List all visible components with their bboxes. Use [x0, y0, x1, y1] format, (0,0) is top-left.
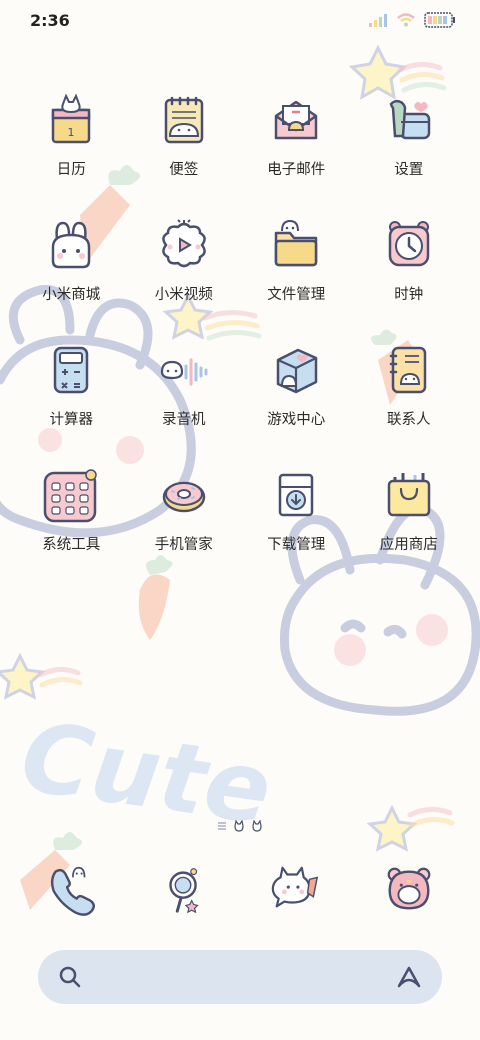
app-label: 电子邮件 [267, 162, 326, 178]
calendar-icon: 1 [52, 93, 91, 144]
app-mi-store[interactable]: 小米商城 [15, 217, 128, 342]
mail-icon [275, 100, 318, 140]
signal-icon [369, 14, 387, 27]
game-cube-icon [277, 348, 318, 394]
app-settings[interactable]: 设置 [353, 92, 466, 217]
app-mi-video[interactable]: 小米视频 [128, 217, 241, 342]
app-label: 联系人 [387, 412, 431, 428]
app-label: 游戏中心 [267, 412, 326, 428]
status-icons [368, 12, 456, 28]
app-system-tools[interactable]: 系统工具 [15, 467, 128, 592]
calculator-icon [54, 346, 89, 394]
search-bar[interactable] [38, 950, 442, 1004]
clock-icon [388, 221, 429, 267]
app-label: 计算器 [49, 412, 94, 428]
app-label: 下载管理 [267, 537, 326, 553]
app-game-center[interactable]: 游戏中心 [240, 342, 353, 467]
app-email[interactable]: 电子邮件 [240, 92, 353, 217]
donut-icon [162, 481, 205, 513]
app-label: 手机管家 [154, 537, 213, 553]
phone-icon [51, 866, 96, 916]
page-dot-bunny-icon [252, 820, 262, 832]
dock-browser[interactable] [128, 862, 241, 916]
app-calendar[interactable]: 1 日历 [15, 92, 128, 217]
app-recorder[interactable]: 录音机 [128, 342, 241, 467]
dock [15, 862, 465, 916]
app-label: 日历 [56, 162, 86, 178]
tools-folder-icon [44, 469, 97, 523]
app-label: 文件管理 [267, 287, 326, 303]
app-security[interactable]: 手机管家 [128, 467, 241, 592]
app-label: 系统工具 [42, 537, 101, 553]
status-time: 2:36 [30, 11, 70, 30]
dock-phone[interactable] [15, 862, 128, 916]
page-menu-icon [218, 822, 226, 830]
app-label: 时钟 [394, 287, 424, 303]
app-label: 应用商店 [379, 537, 438, 553]
app-label: 设置 [394, 162, 424, 178]
app-label: 小米商城 [42, 287, 101, 303]
contacts-book-icon [389, 346, 426, 394]
app-notes[interactable]: 便签 [128, 92, 241, 217]
app-clock[interactable]: 时钟 [353, 217, 466, 342]
bunny-store-icon [52, 221, 91, 269]
search-icon [59, 966, 81, 988]
app-app-store[interactable]: 应用商店 [353, 467, 466, 592]
status-bar: 2:36 [0, 0, 480, 42]
app-calculator[interactable]: 计算器 [15, 342, 128, 467]
dock-camera[interactable] [353, 862, 466, 916]
svg-text:1: 1 [68, 126, 75, 139]
download-box-icon [279, 473, 314, 517]
app-label: 录音机 [162, 412, 206, 428]
video-play-icon [161, 219, 206, 268]
app-downloads[interactable]: 下载管理 [240, 467, 353, 592]
settings-icon [389, 99, 430, 140]
notes-icon [164, 96, 203, 144]
app-file-manager[interactable]: 文件管理 [240, 217, 353, 342]
wifi-icon [397, 13, 415, 27]
battery-icon [424, 12, 455, 28]
folder-icon [275, 219, 318, 267]
magnifier-icon [169, 868, 199, 914]
chat-bubble-icon [271, 866, 319, 908]
page-dot-bunny-icon [234, 820, 244, 832]
sound-wave-icon [160, 358, 208, 386]
app-label: 便签 [169, 162, 199, 178]
dock-messages[interactable] [240, 862, 353, 916]
app-contacts[interactable]: 联系人 [353, 342, 466, 467]
page-indicator[interactable] [0, 820, 480, 832]
assistant-icon[interactable] [396, 964, 422, 990]
app-label: 小米视频 [154, 287, 213, 303]
shopping-bag-icon [387, 473, 430, 517]
bear-camera-icon [387, 867, 431, 910]
app-grid: 1 日历 便签 电子邮件 设置 小米商城 小米视频 文件管理 时钟 计算器 录音… [15, 92, 465, 592]
